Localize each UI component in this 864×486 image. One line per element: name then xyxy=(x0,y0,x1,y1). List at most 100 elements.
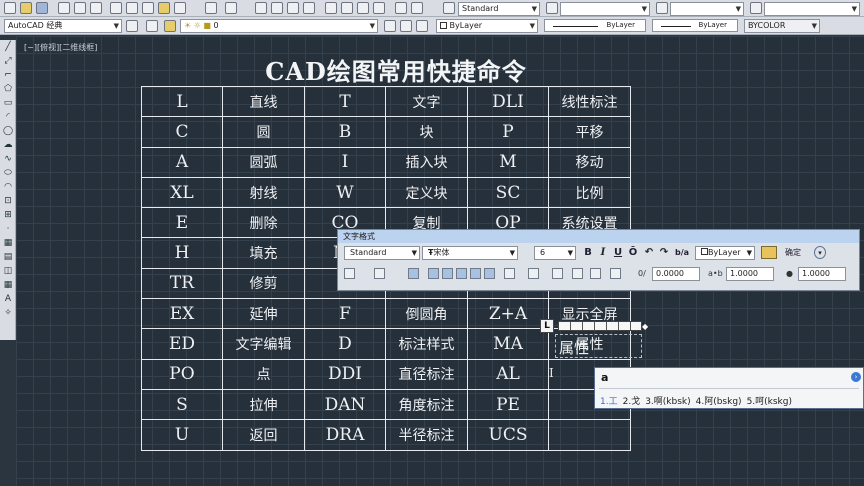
symbol-icon[interactable] xyxy=(610,268,621,279)
ime-candidate[interactable]: 1.工 xyxy=(600,397,618,407)
width-factor-input[interactable]: 1.0000 xyxy=(798,267,846,281)
gradient-icon[interactable]: ▤ xyxy=(2,252,14,263)
ok-button[interactable]: 确定 xyxy=(782,246,804,259)
redo-icon[interactable]: ↷ xyxy=(658,246,670,259)
insert-block-icon[interactable]: ⊡ xyxy=(2,196,14,207)
justify-icon[interactable] xyxy=(470,268,481,279)
zoom-realtime-icon[interactable] xyxy=(271,2,283,14)
polyline-icon[interactable]: ⌐ xyxy=(2,70,14,81)
dimension-style-select[interactable]: ▼ xyxy=(560,2,650,16)
table-style-select[interactable]: ▼ xyxy=(670,2,744,16)
paste-icon[interactable] xyxy=(142,2,154,14)
ellipse-arc-icon[interactable]: ◠ xyxy=(2,182,14,193)
layer-select[interactable]: ☀ ☼ ■ 0 ▼ xyxy=(180,19,378,33)
ime-candidate[interactable]: 4.阿(bskg) xyxy=(696,397,742,407)
viewport-label[interactable]: [−][俯视][二维线框] xyxy=(24,42,97,53)
rectangle-icon[interactable]: ▭ xyxy=(2,98,14,109)
table-icon[interactable]: ▦ xyxy=(2,280,14,291)
pan-icon[interactable] xyxy=(255,2,267,14)
text-style-icon[interactable] xyxy=(443,2,455,14)
layer-state-icon[interactable] xyxy=(164,20,176,32)
line-icon[interactable]: ╱ xyxy=(2,42,14,53)
insert-field-icon[interactable] xyxy=(552,268,563,279)
undo-icon[interactable] xyxy=(205,2,217,14)
linetype-select[interactable]: ByLayer xyxy=(544,19,646,32)
text-height-dropdown[interactable]: 6 ▼ xyxy=(534,246,576,260)
multileader-style-select[interactable]: ▼ xyxy=(764,2,860,16)
multileader-style-icon[interactable] xyxy=(750,2,762,14)
overline-button[interactable]: Ō xyxy=(627,246,639,259)
text-style-dropdown[interactable]: Standard ▼ xyxy=(344,246,420,260)
table-style-icon[interactable] xyxy=(656,2,668,14)
polygon-icon[interactable]: ⬠ xyxy=(2,84,14,95)
distribute-icon[interactable] xyxy=(484,268,495,279)
options-icon[interactable]: ▾ xyxy=(814,246,826,259)
arc-icon[interactable]: ◜ xyxy=(2,112,14,123)
make-block-icon[interactable]: ⊞ xyxy=(2,210,14,221)
revision-cloud-icon[interactable]: ☁ xyxy=(2,140,14,151)
width-handle-icon[interactable]: ◆ xyxy=(642,322,648,331)
mtext-edit-box[interactable]: 属性 xyxy=(555,334,642,358)
tab-stop-selector[interactable]: L xyxy=(540,319,554,333)
layer-previous-icon[interactable] xyxy=(400,20,412,32)
make-current-layer-icon[interactable] xyxy=(384,20,396,32)
ime-candidate[interactable]: 5.呵(kskg) xyxy=(747,397,792,407)
paragraph-icon[interactable] xyxy=(408,268,419,279)
hatch-icon[interactable]: ▦ xyxy=(2,238,14,249)
plot-preview-icon[interactable] xyxy=(74,2,86,14)
save-icon[interactable] xyxy=(36,2,48,14)
mtext-content[interactable]: 属性 xyxy=(559,337,589,358)
align-left-icon[interactable] xyxy=(428,268,439,279)
block-editor-icon[interactable] xyxy=(174,2,186,14)
match-properties-icon[interactable] xyxy=(158,2,170,14)
oblique-angle-input[interactable]: 0.0000 xyxy=(652,267,700,281)
text-style-select[interactable]: Standard ▼ xyxy=(458,2,540,16)
text-color-dropdown[interactable]: ByLayer ▼ xyxy=(695,246,755,260)
ruler-bar[interactable] xyxy=(558,321,642,331)
lowercase-icon[interactable] xyxy=(590,268,601,279)
ime-next-page-icon[interactable]: › xyxy=(851,372,861,382)
zoom-previous-icon[interactable] xyxy=(303,2,315,14)
color-select[interactable]: ByLayer ▼ xyxy=(436,19,538,33)
construction-line-icon[interactable]: ⤢ xyxy=(2,56,14,67)
ime-candidate[interactable]: 2.戈 xyxy=(623,397,641,407)
ime-candidate[interactable]: 3.啊(kbsk) xyxy=(645,397,690,407)
align-center-icon[interactable] xyxy=(442,268,453,279)
uppercase-icon[interactable] xyxy=(572,268,583,279)
lineweight-select[interactable]: ByLayer xyxy=(652,19,738,32)
plot-icon[interactable] xyxy=(58,2,70,14)
undo-icon[interactable]: ↶ xyxy=(643,246,655,259)
open-file-icon[interactable] xyxy=(20,2,32,14)
publish-icon[interactable] xyxy=(90,2,102,14)
line-spacing-icon[interactable] xyxy=(504,268,515,279)
calculator-icon[interactable] xyxy=(411,2,423,14)
italic-button[interactable]: I xyxy=(597,246,609,259)
plot-style-select[interactable]: BYCOLOR ▼ xyxy=(744,19,820,33)
tracking-input[interactable]: 1.0000 xyxy=(726,267,774,281)
tool-palettes-icon[interactable] xyxy=(357,2,369,14)
mtext-ruler[interactable]: L ◆ xyxy=(540,318,648,334)
bold-button[interactable]: B xyxy=(582,246,594,259)
copy-icon[interactable] xyxy=(126,2,138,14)
layer-isolate-icon[interactable] xyxy=(416,20,428,32)
spline-icon[interactable]: ∿ xyxy=(2,154,14,165)
sheet-set-icon[interactable] xyxy=(373,2,385,14)
design-center-icon[interactable] xyxy=(341,2,353,14)
cut-icon[interactable] xyxy=(110,2,122,14)
text-format-title[interactable]: 文字格式 xyxy=(338,230,859,243)
dimension-style-icon[interactable] xyxy=(546,2,558,14)
underline-button[interactable]: U xyxy=(612,246,624,259)
region-icon[interactable]: ◫ xyxy=(2,266,14,277)
workspace-settings-gear-icon[interactable] xyxy=(126,20,138,32)
columns-icon[interactable] xyxy=(344,268,355,279)
workspace-select[interactable]: AutoCAD 经典 ▼ xyxy=(4,19,122,33)
mtext-justification-icon[interactable] xyxy=(374,268,385,279)
ellipse-icon[interactable]: ⬭ xyxy=(2,168,14,179)
multiline-text-icon[interactable]: A xyxy=(2,294,14,305)
new-file-icon[interactable] xyxy=(4,2,16,14)
layer-manager-icon[interactable] xyxy=(146,20,158,32)
markup-icon[interactable] xyxy=(395,2,407,14)
redo-icon[interactable] xyxy=(225,2,237,14)
circle-icon[interactable]: ◯ xyxy=(2,126,14,137)
zoom-window-icon[interactable] xyxy=(287,2,299,14)
